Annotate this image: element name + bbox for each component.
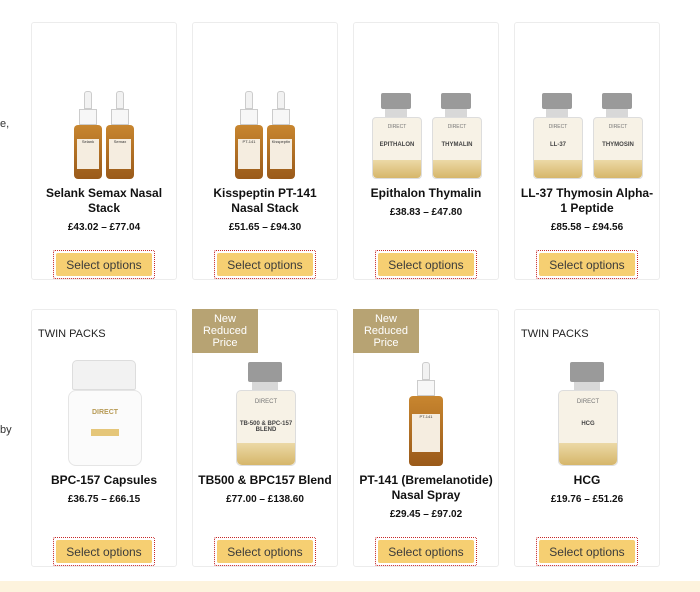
select-options-button[interactable]: Select options <box>53 250 155 279</box>
product-card-selank-semax[interactable]: Selank Semax Selank Semax Nasal Stack £4… <box>31 22 177 280</box>
product-price: £29.45 – £97.02 <box>389 509 463 520</box>
product-title[interactable]: HCG <box>519 473 655 488</box>
select-options-button[interactable]: Select options <box>375 250 477 279</box>
product-title[interactable]: LL-37 Thymosin Alpha-1 Peptide <box>519 186 655 216</box>
product-image[interactable]: DIRECT EPITHALON DIRECT THYMALIN <box>354 29 498 179</box>
select-options-button[interactable]: Select options <box>53 537 155 566</box>
product-price: £36.75 – £66.15 <box>67 494 141 505</box>
cropped-text-fragment: by <box>0 424 12 436</box>
select-options-button[interactable]: Select options <box>375 537 477 566</box>
product-card-pt141-nasal-spray[interactable]: PT-141 New Reduced Price PT-141 (Bremela… <box>353 309 499 567</box>
product-card-tb500-bpc157[interactable]: DIRECT TB-500 & BPC-157 BLEND New Reduced… <box>192 309 338 567</box>
product-price: £85.58 – £94.56 <box>550 222 624 233</box>
product-title[interactable]: BPC-157 Capsules <box>36 473 172 488</box>
product-price: £19.76 – £51.26 <box>550 494 624 505</box>
select-options-button[interactable]: Select options <box>214 250 316 279</box>
product-image[interactable]: DIRECT LL-37 DIRECT THYMOSIN <box>515 29 659 179</box>
footer-band <box>0 581 700 592</box>
product-price: £38.83 – £47.80 <box>389 207 463 218</box>
new-reduced-price-badge: New Reduced Price <box>192 309 258 353</box>
select-options-button[interactable]: Select options <box>536 537 638 566</box>
select-options-button[interactable]: Select options <box>536 250 638 279</box>
cropped-text-fragment: e, <box>0 118 10 130</box>
product-card-hcg[interactable]: DIRECT HCG TWIN PACKS HCG £19.76 – £51.26… <box>514 309 660 567</box>
product-card-epithalon-thymalin[interactable]: DIRECT EPITHALON DIRECT THYMALIN Epithalon… <box>353 22 499 280</box>
product-title[interactable]: TB500 & BPC157 Blend <box>197 473 333 488</box>
twin-packs-badge: TWIN PACKS <box>521 328 589 340</box>
product-title[interactable]: Epithalon Thymalin <box>358 186 494 201</box>
product-title[interactable]: Selank Semax Nasal Stack <box>36 186 172 216</box>
twin-packs-badge: TWIN PACKS <box>38 328 106 340</box>
product-card-kisspeptin-pt141[interactable]: PT-141 Kisspeptin Kisspeptin PT-141 Nasa… <box>192 22 338 280</box>
product-price: £51.65 – £94.30 <box>228 222 302 233</box>
product-price: £77.00 – £138.60 <box>226 494 304 505</box>
new-reduced-price-badge: New Reduced Price <box>353 309 419 353</box>
product-card-bpc157-capsules[interactable]: DIRECT TWIN PACKS BPC-157 Capsules £36.7… <box>31 309 177 567</box>
product-title[interactable]: PT-141 (Bremelanotide) Nasal Spray <box>358 473 494 503</box>
product-price: £43.02 – £77.04 <box>67 222 141 233</box>
select-options-button[interactable]: Select options <box>214 537 316 566</box>
product-image[interactable]: Selank Semax <box>32 29 176 179</box>
product-title[interactable]: Kisspeptin PT-141 Nasal Stack <box>197 186 333 216</box>
product-image[interactable]: PT-141 Kisspeptin <box>193 29 337 179</box>
product-card-ll37-thymosin[interactable]: DIRECT LL-37 DIRECT THYMOSIN LL-37 Thymosi… <box>514 22 660 280</box>
